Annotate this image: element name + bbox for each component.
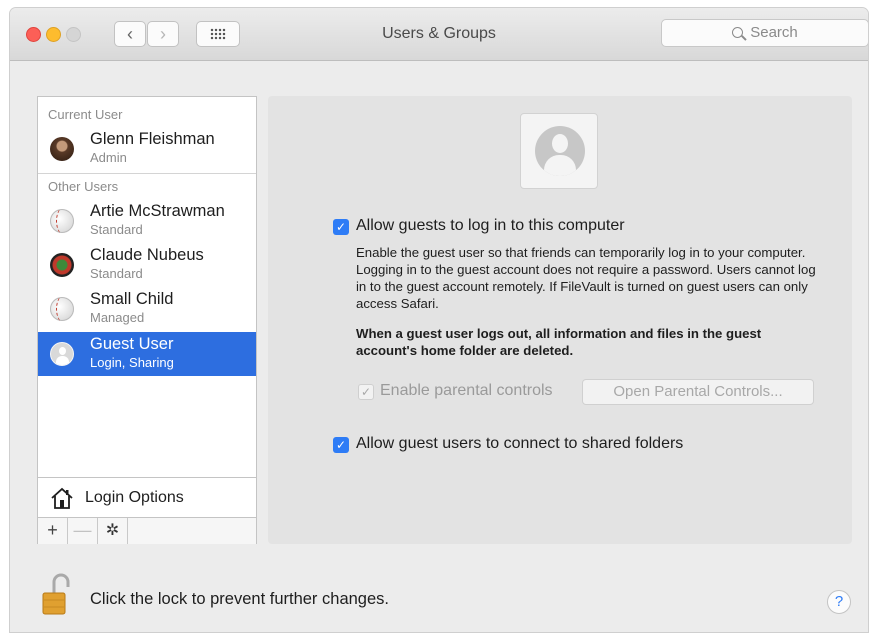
parental-controls-label[interactable]: Enable parental controls bbox=[380, 382, 553, 400]
allow-guests-label[interactable]: Allow guests to log in to this computer bbox=[356, 217, 625, 235]
current-user-heading: Current User bbox=[48, 107, 123, 122]
sidebar-button-bar: + — ✲ bbox=[38, 517, 256, 544]
user-row[interactable]: Claude Nubeus Standard bbox=[38, 243, 256, 287]
other-users-heading: Other Users bbox=[48, 179, 119, 194]
action-menu-button[interactable]: ✲ bbox=[98, 518, 128, 544]
users-groups-window: ‹ › Users & Groups Search Current User G… bbox=[10, 8, 868, 632]
user-role: Admin bbox=[90, 150, 127, 165]
open-parental-controls-button[interactable]: Open Parental Controls... bbox=[582, 379, 814, 405]
guest-description: Enable the guest user so that friends ca… bbox=[356, 245, 816, 311]
house-icon bbox=[51, 487, 73, 509]
lock-message: Click the lock to prevent further change… bbox=[90, 590, 389, 608]
help-button[interactable]: ? bbox=[827, 590, 851, 614]
parental-controls-checkbox[interactable]: ✓ bbox=[358, 384, 374, 400]
guest-warning: When a guest user logs out, all informat… bbox=[356, 326, 762, 358]
checkmark-icon: ✓ bbox=[335, 220, 347, 234]
user-row-guest-selected[interactable]: Guest User Login, Sharing bbox=[38, 332, 256, 376]
user-role: Standard bbox=[90, 222, 143, 237]
user-row-current[interactable]: Glenn Fleishman Admin bbox=[38, 127, 256, 171]
gear-icon: ✲ bbox=[105, 522, 120, 539]
silhouette-icon bbox=[535, 126, 585, 176]
baseball-avatar bbox=[50, 209, 74, 233]
user-role: Login, Sharing bbox=[90, 355, 174, 370]
add-user-button[interactable]: + bbox=[38, 518, 68, 544]
plus-icon: + bbox=[47, 520, 58, 540]
user-row[interactable]: Artie McStrawman Standard bbox=[38, 199, 256, 243]
guest-user-picture[interactable] bbox=[520, 113, 598, 189]
title-bar: ‹ › Users & Groups Search bbox=[10, 8, 868, 61]
shared-folders-label[interactable]: Allow guest users to connect to shared f… bbox=[356, 435, 683, 453]
login-options-item[interactable]: Login Options bbox=[38, 477, 256, 518]
users-sidebar: Current User Glenn Fleishman Admin Other… bbox=[37, 96, 257, 544]
checkmark-icon: ✓ bbox=[360, 385, 372, 399]
user-name: Small Child bbox=[90, 290, 174, 308]
user-role: Standard bbox=[90, 266, 143, 281]
checkmark-icon: ✓ bbox=[335, 438, 347, 452]
unlocked-padlock-icon[interactable] bbox=[42, 573, 70, 615]
user-name: Guest User bbox=[90, 335, 174, 353]
guest-user-settings-panel: ✓ Allow guests to log in to this compute… bbox=[268, 96, 852, 544]
login-options-label: Login Options bbox=[85, 489, 184, 506]
remove-user-button[interactable]: — bbox=[68, 518, 98, 544]
user-avatar bbox=[50, 137, 74, 161]
user-name: Artie McStrawman bbox=[90, 202, 225, 220]
user-name: Glenn Fleishman bbox=[90, 130, 215, 148]
baseball-avatar bbox=[50, 297, 74, 321]
section-divider bbox=[38, 173, 256, 174]
user-row[interactable]: Small Child Managed bbox=[38, 287, 256, 331]
user-role: Managed bbox=[90, 310, 145, 325]
flower-avatar bbox=[50, 253, 74, 277]
question-mark-icon: ? bbox=[834, 593, 844, 610]
shared-folders-checkbox[interactable]: ✓ bbox=[333, 437, 349, 453]
allow-guests-checkbox[interactable]: ✓ bbox=[333, 219, 349, 235]
search-placeholder: Search bbox=[750, 24, 798, 41]
user-name: Claude Nubeus bbox=[90, 246, 204, 264]
search-field[interactable]: Search bbox=[661, 19, 868, 47]
guest-silhouette-avatar bbox=[50, 342, 74, 366]
search-icon bbox=[732, 27, 744, 38]
minus-icon: — bbox=[73, 520, 92, 540]
